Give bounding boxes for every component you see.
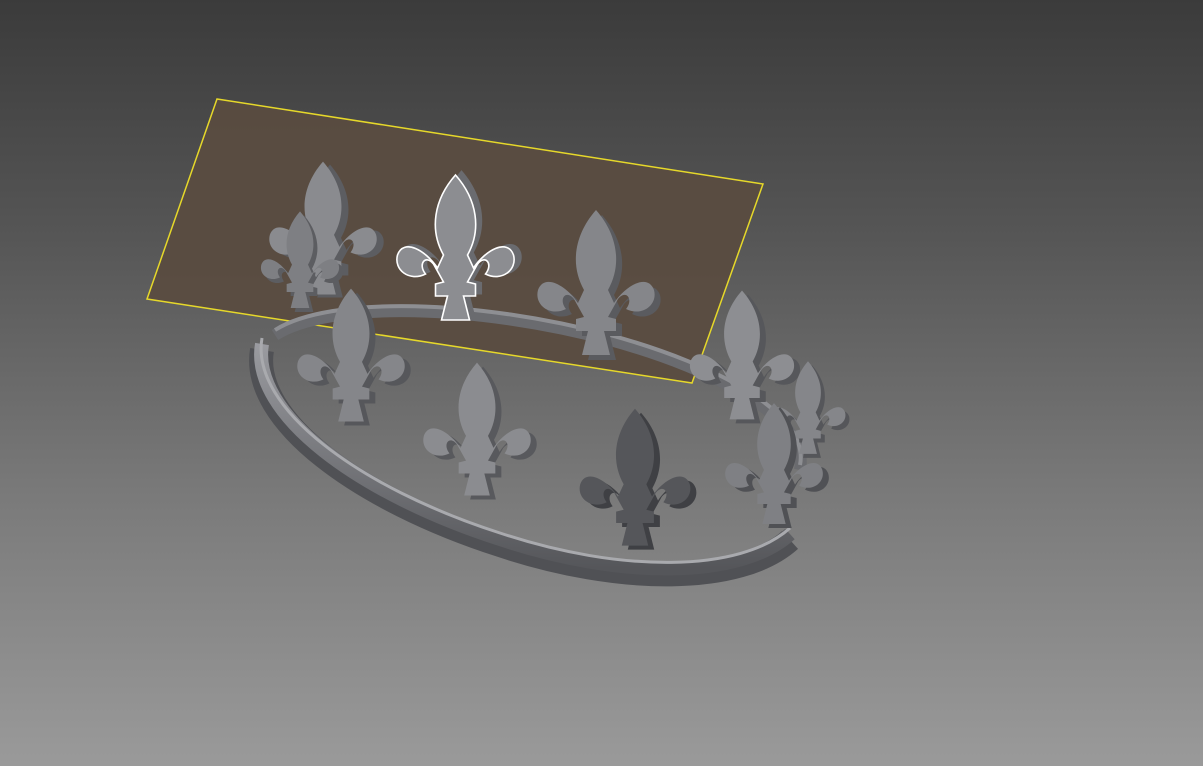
scene-canvas[interactable] [0,0,1203,766]
fleur-front-3[interactable] [579,408,697,550]
3d-viewport[interactable] [0,0,1203,766]
fleur-front-2[interactable] [423,362,537,500]
